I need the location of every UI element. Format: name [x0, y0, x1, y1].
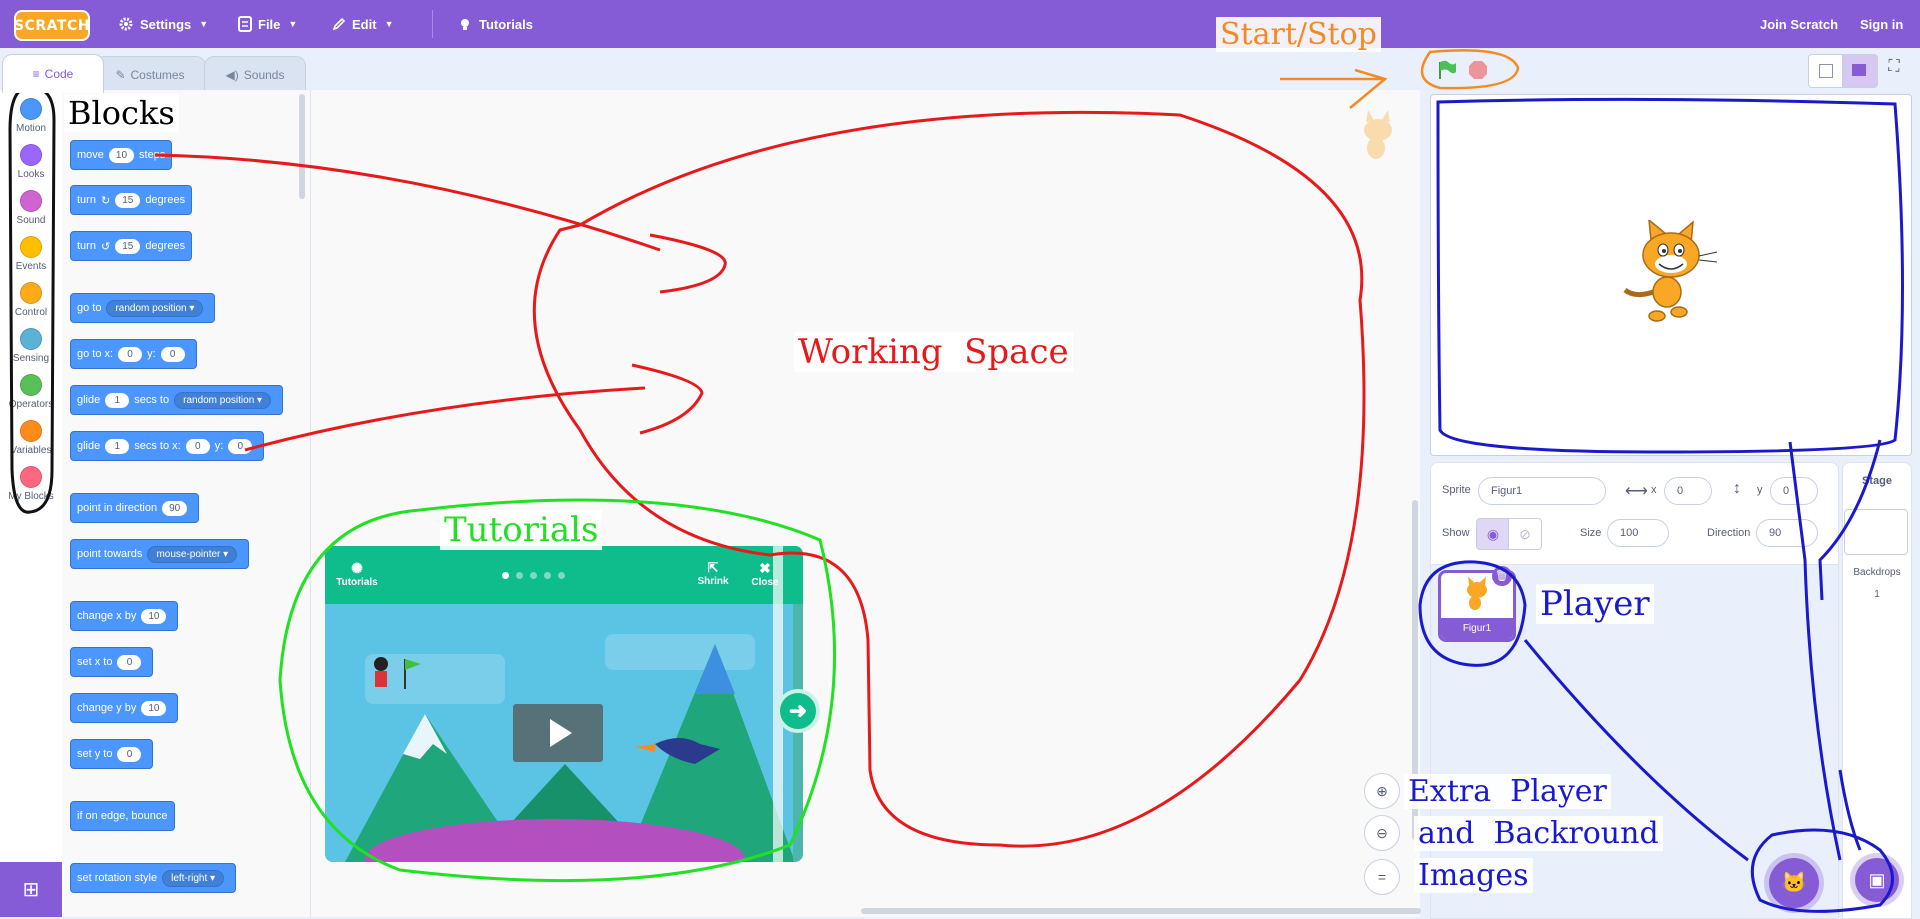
annotation-blocks: Blocks [64, 94, 179, 132]
annotation-extra-line3: Images [1414, 858, 1533, 893]
annotation-start-stop: Start/Stop [1216, 17, 1381, 52]
annotation-extra-line2: and Backround [1414, 816, 1663, 851]
annotation-tutorials: Tutorials [440, 510, 603, 550]
annotation-overlay [8, 49, 1904, 913]
code-icon: ≡ [32, 67, 40, 81]
annotation-working-space: Working Space [794, 332, 1073, 372]
tab-code[interactable]: ≡ Code [2, 54, 104, 93]
tab-code-label: Code [44, 67, 74, 81]
annotation-player: Player [1536, 584, 1654, 624]
annotation-extra-line1: Extra Player [1404, 774, 1611, 809]
